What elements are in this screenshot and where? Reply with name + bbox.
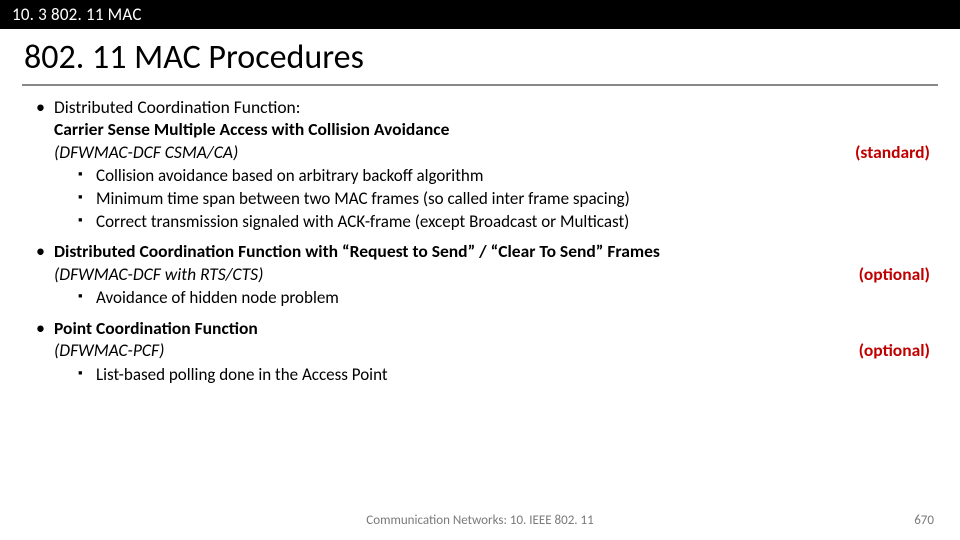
item-paren: (DFWMAC-PCF) (54, 339, 164, 361)
footer-center-text: Communication Networks: 10. IEEE 802. 11 (0, 513, 960, 528)
item-paren: (DFWMAC-DCF CSMA/CA) (54, 141, 238, 163)
list-item: Distributed Coordination Function with “… (34, 240, 930, 309)
slide-content: Distributed Coordination Function: Carri… (0, 96, 960, 385)
sub-text: List-based polling done in the Access Po… (96, 364, 388, 385)
item-paren-row: (optional) (DFWMAC-DCF with RTS/CTS) (54, 263, 930, 285)
item-header-bold: Distributed Coordination Function with “… (54, 240, 930, 262)
title-divider (22, 84, 938, 86)
slide-title: 802. 11 MAC Procedures (0, 29, 960, 82)
list-item: Avoidance of hidden node problem (78, 287, 930, 309)
list-item: Collision avoidance based on arbitrary b… (78, 165, 930, 187)
list-item: List-based polling done in the Access Po… (78, 364, 930, 386)
item-line-bold: Carrier Sense Multiple Access with Colli… (54, 118, 930, 140)
page-number: 670 (914, 513, 934, 528)
item-tag: (standard) (855, 141, 930, 163)
slide: 10. 3 802. 11 MAC 802. 11 MAC Procedures… (0, 0, 960, 540)
item-header-plain: Distributed Coordination Function: (54, 96, 930, 118)
item-tag: (optional) (859, 263, 930, 285)
bullet-list-level1: Distributed Coordination Function: Carri… (34, 96, 930, 385)
list-item: Correct transmission signaled with ACK-f… (78, 211, 930, 233)
list-item: Minimum time span between two MAC frames… (78, 188, 930, 210)
sub-text: Minimum time span between two MAC frames… (96, 188, 630, 209)
sub-text: Correct transmission signaled with ACK-f… (96, 211, 629, 232)
item-paren-row: (standard) (DFWMAC-DCF CSMA/CA) (54, 141, 930, 163)
item-tag: (optional) (859, 339, 930, 361)
item-paren-row: (optional) (DFWMAC-PCF) (54, 339, 930, 361)
bullet-list-level2: Collision avoidance based on arbitrary b… (54, 165, 930, 232)
item-paren: (DFWMAC-DCF with RTS/CTS) (54, 263, 263, 285)
list-item: Distributed Coordination Function: Carri… (34, 96, 930, 232)
bullet-list-level2: List-based polling done in the Access Po… (54, 364, 930, 386)
sub-text: Collision avoidance based on arbitrary b… (96, 165, 483, 186)
list-item: Point Coordination Function (optional) (… (34, 317, 930, 386)
section-header-text: 10. 3 802. 11 MAC (12, 4, 142, 25)
section-header-bar: 10. 3 802. 11 MAC (0, 0, 960, 29)
sub-text: Avoidance of hidden node problem (96, 287, 339, 308)
bullet-list-level2: Avoidance of hidden node problem (54, 287, 930, 309)
item-header-bold: Point Coordination Function (54, 317, 930, 339)
slide-footer: Communication Networks: 10. IEEE 802. 11… (0, 513, 960, 528)
